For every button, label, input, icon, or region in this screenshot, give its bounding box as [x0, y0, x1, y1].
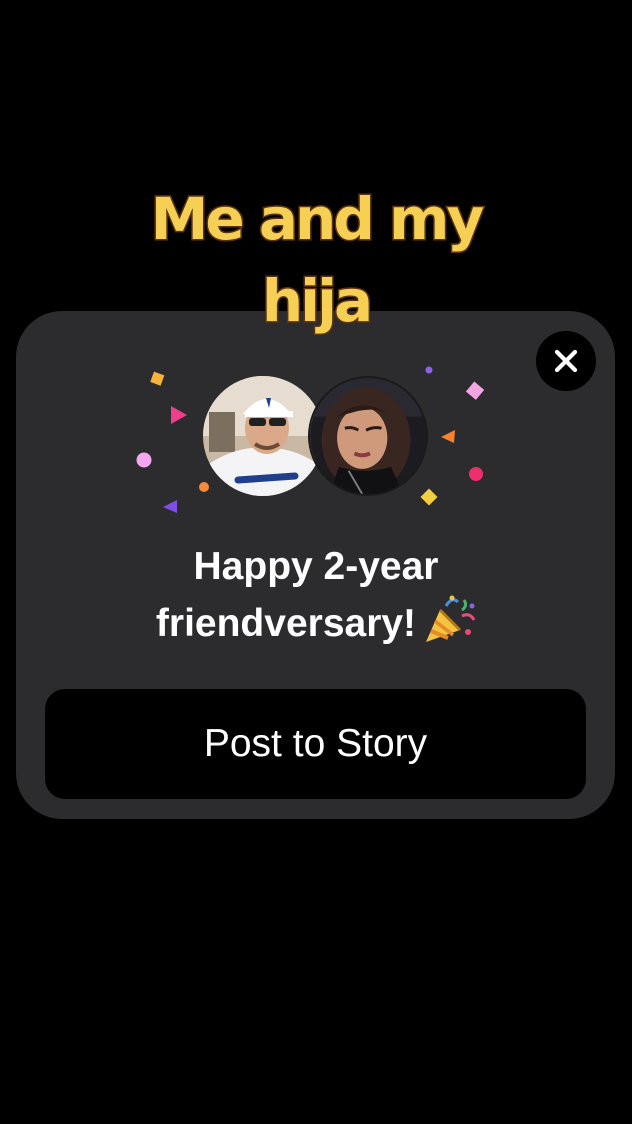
message-line-1: Happy 2-year [193, 545, 439, 588]
message-line-2: friendversary! [155, 602, 417, 645]
profile-photo-man-dodgers-jersey [203, 376, 323, 496]
post-to-story-label: Post to Story [203, 722, 428, 765]
profile-photo-woman [310, 378, 426, 494]
post-to-story-button[interactable]: Post to Story [45, 689, 586, 799]
party-popper-icon [426, 595, 476, 642]
caption-line-1: Me and my [149, 184, 486, 255]
close-icon [554, 349, 578, 373]
caption-line-2: hija [260, 266, 374, 337]
avatar-friend[interactable] [308, 376, 428, 496]
story-caption: Me and my hija [0, 178, 632, 342]
story-screen: Me and my hija Happy 2-year friendversar… [0, 0, 632, 1124]
close-button[interactable] [536, 331, 596, 391]
avatar-user[interactable] [203, 376, 323, 496]
friendversary-message: Happy 2-year friendversary! [0, 540, 632, 651]
